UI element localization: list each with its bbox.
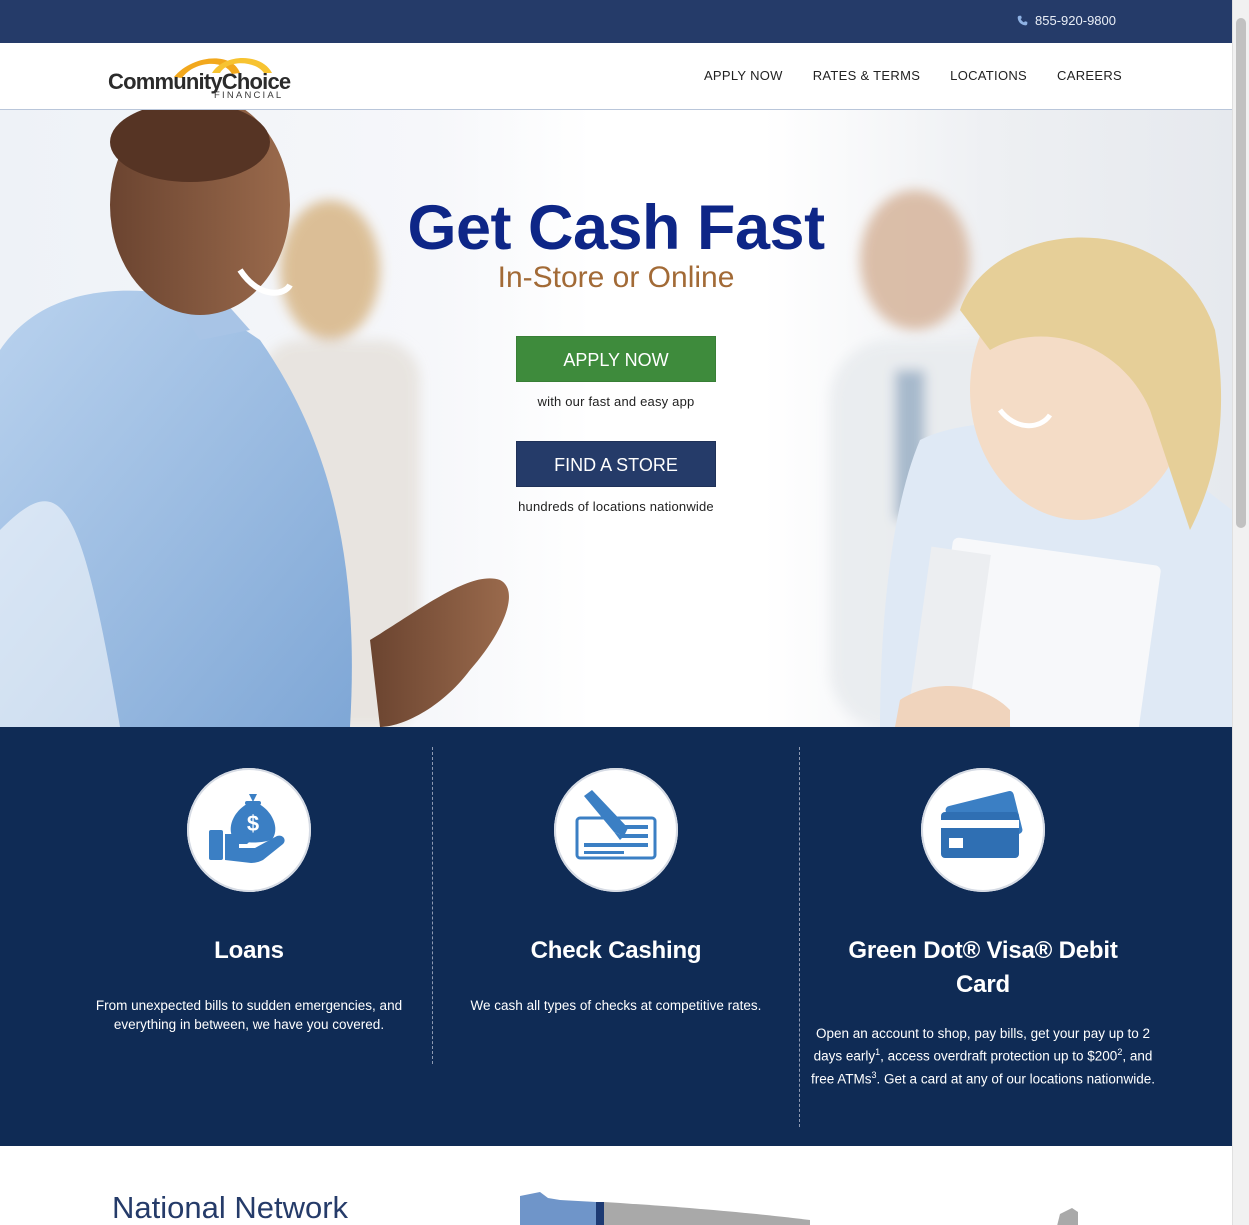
phone-number: 855-920-9800 — [1035, 13, 1116, 28]
phone-link[interactable]: 855-920-9800 — [1017, 13, 1116, 28]
hero-content: Get Cash Fast In-Store or Online APPLY N… — [0, 192, 1232, 514]
debit-card-icon — [941, 791, 1023, 858]
national-network-section: National Network — [0, 1146, 1232, 1225]
service-check-cashing[interactable]: Check Cashing We cash all types of check… — [433, 727, 799, 1146]
check-pen-icon — [575, 790, 657, 860]
nav-rates-terms[interactable]: RATES & TERMS — [813, 68, 920, 83]
phone-icon — [1017, 15, 1028, 26]
service-text: From unexpected bills to sudden emergenc… — [95, 998, 403, 1032]
find-store-button[interactable]: FIND A STORE — [516, 441, 716, 487]
service-title: Loans — [214, 937, 284, 964]
icon-circle: $ — [187, 768, 311, 892]
main-nav: APPLY NOW RATES & TERMS LOCATIONS CAREER… — [704, 68, 1122, 83]
service-text: We cash all types of checks at competiti… — [470, 998, 762, 1013]
page-scrollbar[interactable] — [1232, 0, 1249, 1225]
apply-caption: with our fast and easy app — [537, 394, 695, 409]
find-caption: hundreds of locations nationwide — [518, 499, 714, 514]
hero-title: Get Cash Fast — [407, 193, 825, 263]
brand-logo[interactable]: CommunityChoice FINANCIAL — [108, 49, 291, 105]
hero-subtitle: In-Store or Online — [497, 261, 735, 294]
page: 855-920-9800 CommunityChoice FINANCIAL A… — [0, 0, 1232, 1225]
icon-circle — [921, 768, 1045, 892]
nav-locations[interactable]: LOCATIONS — [950, 68, 1027, 83]
service-text: Open an account to shop, pay bills, get … — [811, 1026, 1155, 1086]
service-title: Check Cashing — [530, 937, 702, 964]
nav-careers[interactable]: CAREERS — [1057, 68, 1122, 83]
top-bar: 855-920-9800 — [0, 0, 1232, 43]
service-debit-card[interactable]: Green Dot® Visa® Debit Card Open an acco… — [800, 727, 1166, 1146]
service-loans[interactable]: $ Loans From unexpected bills to sudden … — [66, 727, 432, 1146]
hero-banner: Get Cash Fast In-Store or Online APPLY N… — [0, 110, 1232, 727]
section-title: National Network — [112, 1190, 349, 1225]
icon-circle — [554, 768, 678, 892]
us-map — [520, 1192, 1078, 1225]
apply-now-button[interactable]: APPLY NOW — [516, 336, 716, 382]
service-title: Green Dot® Visa® Debit Card — [848, 937, 1118, 998]
money-bag-hand-icon: $ — [209, 794, 285, 863]
services-section: $ Loans From unexpected bills to sudden … — [0, 727, 1232, 1146]
nav-apply-now[interactable]: APPLY NOW — [704, 68, 783, 83]
svg-text:$: $ — [247, 811, 259, 836]
scrollbar-thumb[interactable] — [1236, 18, 1246, 528]
site-header: CommunityChoice FINANCIAL APPLY NOW RATE… — [0, 43, 1232, 110]
brand-subtitle: FINANCIAL — [214, 90, 284, 101]
